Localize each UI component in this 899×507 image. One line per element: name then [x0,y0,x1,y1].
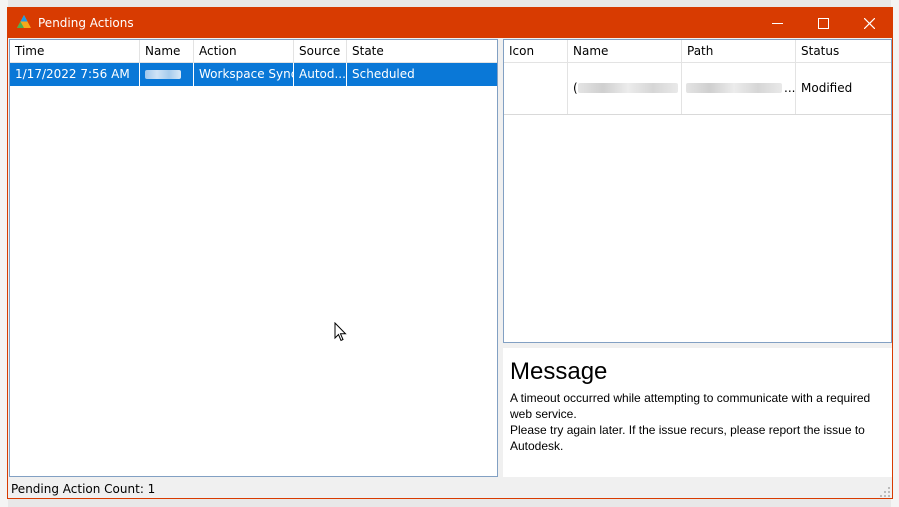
message-line: A timeout occurred while attempting to c… [510,391,871,421]
column-header-action[interactable]: Action [194,40,294,62]
column-header-state[interactable]: State [347,40,497,62]
cell-path-text: ... [784,81,796,95]
cell-name: ( [568,63,682,114]
cell-icon [504,63,568,114]
autodesk-app-icon [17,15,31,28]
table-row[interactable]: ( ... Modified [504,63,891,115]
pending-actions-list[interactable]: Time Name Action Source State 1/17/2022 … [9,39,498,477]
resize-grip-icon[interactable] [880,487,890,497]
cell-name-redacted [140,63,194,86]
pending-actions-window: Pending Actions Time Name Action Source … [7,7,893,499]
message-heading: Message [510,358,608,385]
grid-header: Icon Name Path Status [504,40,891,63]
cell-action: Workspace Sync [194,63,294,86]
cell-name-text: ( [573,81,578,95]
maximize-button[interactable] [800,8,846,38]
mouse-cursor-icon [334,322,347,342]
minimize-button[interactable] [754,8,800,38]
cell-time: 1/17/2022 7:56 AM [10,63,140,86]
details-grid[interactable]: Icon Name Path Status ( ... Modified [503,39,892,343]
message-body: A timeout occurred while attempting to c… [510,390,886,454]
cell-state: Scheduled [352,67,415,81]
redacted-text [578,83,678,93]
column-header-name[interactable]: Name [140,40,194,62]
cell-status: Modified [801,81,853,95]
window-title: Pending Actions [38,16,134,30]
maximize-icon [818,18,829,29]
message-panel: Message A timeout occurred while attempt… [503,348,892,477]
column-header-name[interactable]: Name [568,40,682,62]
column-header-status[interactable]: Status [796,40,891,62]
column-header-time[interactable]: Time [10,40,140,62]
column-header-icon[interactable]: Icon [504,40,568,62]
column-header-path[interactable]: Path [682,40,796,62]
list-header: Time Name Action Source State [10,40,497,63]
list-item[interactable]: 1/17/2022 7:56 AM Workspace Sync Autod..… [10,63,497,86]
cell-source: Autod... [294,63,347,86]
column-header-source[interactable]: Source [294,40,347,62]
message-line: Please try again later. If the issue rec… [510,423,865,453]
close-icon [864,18,875,29]
redacted-text [145,70,181,79]
pending-count-label: Pending Action Count: 1 [11,482,156,496]
redacted-text [686,83,782,93]
close-button[interactable] [846,8,892,38]
cell-path: ... [682,63,796,114]
title-bar[interactable]: Pending Actions [8,8,892,38]
status-bar: Pending Action Count: 1 [8,480,892,498]
minimize-icon [772,23,783,24]
